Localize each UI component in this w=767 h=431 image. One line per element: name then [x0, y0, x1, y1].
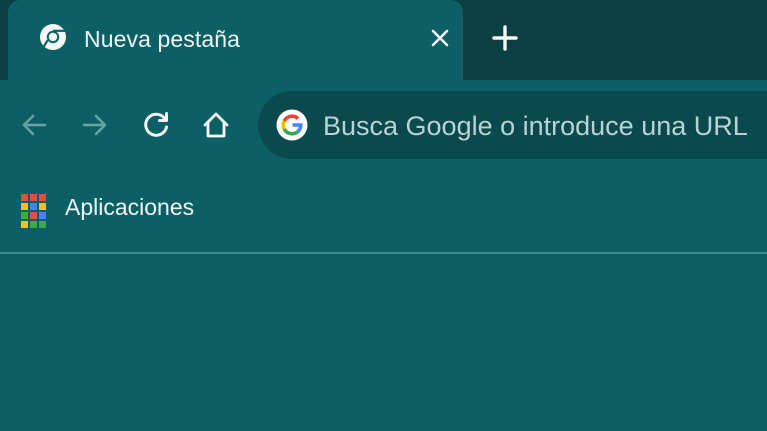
reload-icon [144, 112, 168, 137]
home-button[interactable] [199, 108, 233, 142]
new-tab-page [0, 254, 767, 431]
apps-grid-icon[interactable] [21, 194, 47, 230]
plus-icon [492, 25, 518, 51]
toolbar: Busca Google o introduce una URL [0, 80, 767, 172]
close-icon[interactable] [426, 24, 454, 52]
forward-arrow-icon [82, 114, 107, 136]
home-icon [203, 112, 229, 138]
google-g-icon [276, 109, 308, 141]
tab-strip: Nueva pestaña [0, 0, 767, 80]
address-bar[interactable]: Busca Google o introduce una URL [258, 91, 767, 159]
back-arrow-icon [22, 114, 47, 136]
reload-button[interactable] [139, 108, 173, 142]
new-tab-button[interactable] [489, 22, 521, 54]
omnibox-placeholder: Busca Google o introduce una URL [323, 111, 748, 141]
bookmarks-bar: Aplicaciones [0, 172, 767, 252]
tab-active[interactable]: Nueva pestaña [8, 0, 463, 80]
tab-title: Nueva pestaña [84, 26, 241, 52]
chrome-icon [38, 22, 68, 52]
forward-button[interactable] [78, 108, 112, 142]
back-button[interactable] [17, 108, 51, 142]
apps-bookmark-label[interactable]: Aplicaciones [65, 194, 194, 221]
